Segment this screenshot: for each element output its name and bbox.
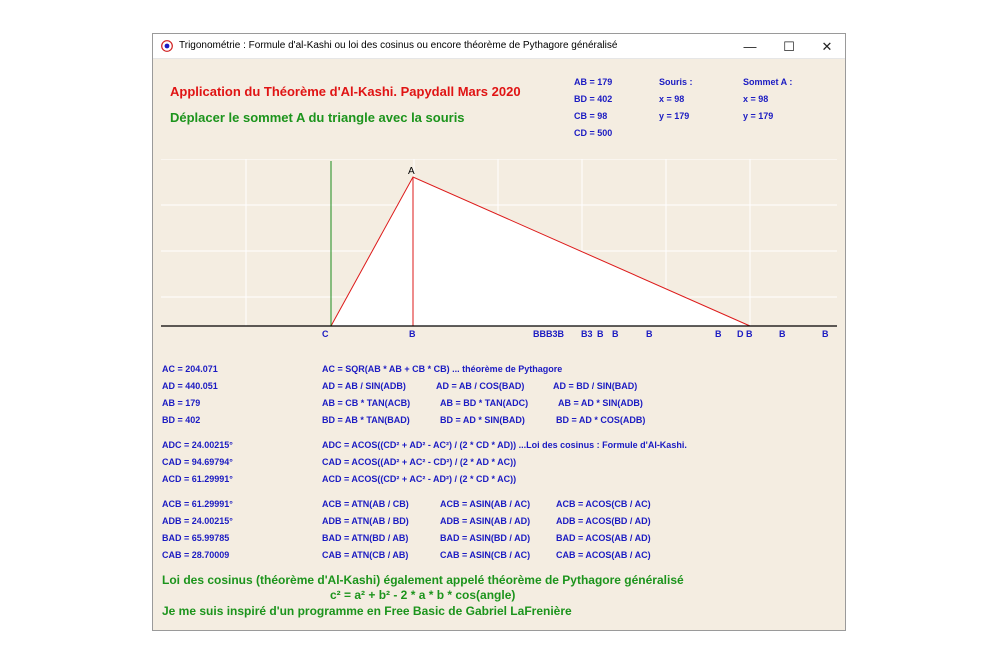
result-cad: CAD = 94.69794°: [162, 457, 233, 467]
result-bd: BD = 402: [162, 415, 201, 425]
formula-pythagore: AC = SQR(AB * AB + CB * CB) ... théorème…: [322, 364, 563, 374]
formula-cos-adc: ADC = ACOS((CD² + AD² - AC²) / (2 * CD *…: [322, 440, 687, 450]
formula-bd-1: BD = AB * TAN(BAD): [322, 415, 410, 425]
instruction-text: Déplacer le sommet A du triangle avec la…: [170, 110, 465, 125]
maximize-button[interactable]: ☐: [770, 34, 808, 59]
formula-trig-acb-3: ACB = ACOS(CB / AC): [556, 499, 651, 509]
formula-ab-2: AB = BD * TAN(ADC): [440, 398, 529, 408]
client-area: Application du Théorème d'Al-Kashi. Papy…: [153, 59, 845, 630]
vertex-a[interactable]: A: [408, 166, 415, 177]
app-icon: [161, 40, 173, 52]
formula-trig-adb-3: ADB = ACOS(BD / AD): [556, 516, 651, 526]
label-b-8: B: [822, 329, 829, 339]
result-ab: AB = 179: [162, 398, 201, 408]
triangle-canvas[interactable]: A C B BBB3B B3 B B B B D B B B: [161, 159, 837, 339]
label-b-cluster-2: B3: [581, 329, 593, 339]
label-b-5: B: [646, 329, 653, 339]
footer-credit: Je me suis inspiré d'un programme en Fre…: [162, 604, 572, 618]
length-cb: CB = 98: [574, 111, 608, 121]
formula-trig-acb-2: ACB = ASIN(AB / AC): [440, 499, 531, 509]
formula-bd-2: BD = AD * SIN(BAD): [440, 415, 525, 425]
footer-formula: c² = a² + b² - 2 * a * b * cos(angle): [330, 588, 516, 602]
result-adc: ADC = 24.00215°: [162, 440, 233, 450]
close-button[interactable]: ✕: [808, 34, 846, 59]
label-b-7: B: [779, 329, 786, 339]
app-heading: Application du Théorème d'Al-Kashi. Papy…: [170, 84, 521, 99]
formula-cos-cad: CAD = ACOS((AD² + AC² - CD²) / (2 * AD *…: [322, 457, 517, 467]
formula-ab-3: AB = AD * SIN(ADB): [558, 398, 643, 408]
formula-trig-bad-2: BAD = ASIN(BD / AD): [440, 533, 531, 543]
formula-ab-1: AB = CB * TAN(ACB): [322, 398, 411, 408]
result-ad: AD = 440.051: [162, 381, 218, 391]
formula-ad-1: AD = AB / SIN(ADB): [322, 381, 406, 391]
label-b-3: B: [597, 329, 604, 339]
title-bar[interactable]: Trigonométrie : Formule d'al-Kashi ou lo…: [153, 34, 845, 59]
formula-trig-acb-1: ACB = ATN(AB / CB): [322, 499, 409, 509]
formula-ad-3: AD = BD / SIN(BAD): [553, 381, 638, 391]
result-ac: AC = 204.071: [162, 364, 218, 374]
result-acd: ACD = 61.29991°: [162, 474, 233, 484]
label-b: B: [409, 329, 416, 339]
label-b-6: B: [715, 329, 722, 339]
vertex-a-y: y = 179: [743, 111, 774, 121]
length-bd: BD = 402: [574, 94, 613, 104]
formula-cos-acd: ACD = ACOS((CD² + AC² - AD²) / (2 * CD *…: [322, 474, 517, 484]
mouse-y: y = 179: [659, 111, 690, 121]
minimize-button[interactable]: —: [731, 34, 769, 59]
formula-trig-adb-1: ADB = ATN(AB / BD): [322, 516, 409, 526]
formula-bd-3: BD = AD * COS(ADB): [556, 415, 646, 425]
label-b-4: B: [612, 329, 619, 339]
label-b-cluster-1: BBB3B: [533, 329, 565, 339]
formula-trig-cab-2: CAB = ASIN(CB / AC): [440, 550, 531, 560]
formula-ad-2: AD = AB / COS(BAD): [436, 381, 525, 391]
result-adb: ADB = 24.00215°: [162, 516, 233, 526]
vertex-a-label: Sommet A :: [743, 77, 793, 87]
mouse-label: Souris :: [659, 77, 693, 87]
formula-trig-cab-1: CAB = ATN(CB / AB): [322, 550, 409, 560]
label-c: C: [322, 329, 329, 339]
formula-trig-cab-3: CAB = ACOS(AB / AC): [556, 550, 651, 560]
result-bad: BAD = 65.99785: [162, 533, 230, 543]
app-window: Trigonométrie : Formule d'al-Kashi ou lo…: [152, 33, 846, 631]
vertex-a-x: x = 98: [743, 94, 769, 104]
label-d-b: D B: [737, 329, 753, 339]
length-ab: AB = 179: [574, 77, 613, 87]
footer-law-of-cosines: Loi des cosinus (théorème d'Al-Kashi) ég…: [162, 573, 684, 587]
formula-trig-bad-1: BAD = ATN(BD / AB): [322, 533, 409, 543]
result-cab: CAB = 28.70009: [162, 550, 230, 560]
formula-trig-adb-2: ADB = ASIN(AB / AD): [440, 516, 531, 526]
baseline-labels: C B BBB3B B3 B B B B D B B B: [322, 329, 829, 339]
mouse-x: x = 98: [659, 94, 685, 104]
result-acb: ACB = 61.29991°: [162, 499, 233, 509]
formula-trig-bad-3: BAD = ACOS(AB / AD): [556, 533, 651, 543]
length-cd: CD = 500: [574, 128, 613, 138]
window-title: Trigonométrie : Formule d'al-Kashi ou lo…: [179, 40, 618, 51]
